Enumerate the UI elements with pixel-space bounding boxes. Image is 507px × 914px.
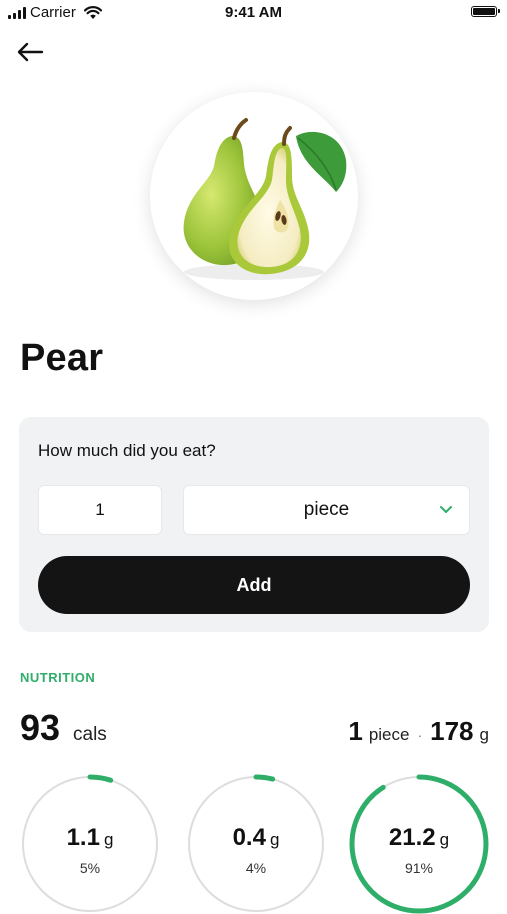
add-button[interactable]: Add [38, 556, 470, 614]
serving-quantity: 1 [348, 716, 363, 746]
macro-ring-3: 21.2 g 91% [349, 774, 489, 914]
calories-value: 93 [20, 707, 61, 748]
macro-amount-unit: g [269, 830, 280, 849]
nutrition-section-label: NUTRITION [20, 670, 96, 685]
chevron-down-icon [440, 506, 452, 513]
back-button[interactable] [12, 36, 48, 68]
unit-select[interactable]: piece [183, 485, 470, 535]
serving-weight-unit: g [479, 725, 489, 744]
portion-question: How much did you eat? [38, 441, 216, 460]
battery-icon [471, 6, 500, 17]
macro-amount-value: 1.1 [66, 824, 100, 851]
macro-percent: 4% [245, 860, 267, 876]
macro-percent: 5% [79, 860, 101, 876]
status-bar: Carrier 9:41 AM [0, 0, 507, 26]
macro-ring-1: 1.1 g 5% [20, 774, 160, 914]
portion-card: How much did you eat? 1 piece Add [19, 417, 489, 632]
macro-amount: 1.1 g [20, 824, 160, 852]
macro-percent: 91% [404, 860, 434, 876]
serving-info: 1 piece · 178 g [348, 716, 489, 747]
calories-unit: cals [73, 724, 107, 745]
macro-amount-unit: g [103, 830, 114, 849]
unit-select-value: piece [303, 499, 350, 520]
macro-ring-2: 0.4 g 4% [186, 774, 326, 914]
arrow-left-icon [17, 42, 44, 62]
quantity-input[interactable]: 1 [38, 485, 162, 535]
status-time: 9:41 AM [225, 4, 282, 21]
macro-amount-unit: g [439, 830, 450, 849]
macro-amount: 0.4 g [186, 824, 326, 852]
macro-amount-value: 0.4 [232, 824, 266, 851]
serving-separator: · [417, 727, 423, 743]
serving-weight: 178 [430, 716, 474, 746]
macro-amount-value: 21.2 [388, 824, 436, 851]
serving-unit: piece [368, 725, 410, 744]
pear-image [183, 118, 347, 280]
food-title: Pear [20, 337, 104, 379]
macro-amount: 21.2 g [349, 824, 489, 852]
food-image [150, 92, 358, 300]
